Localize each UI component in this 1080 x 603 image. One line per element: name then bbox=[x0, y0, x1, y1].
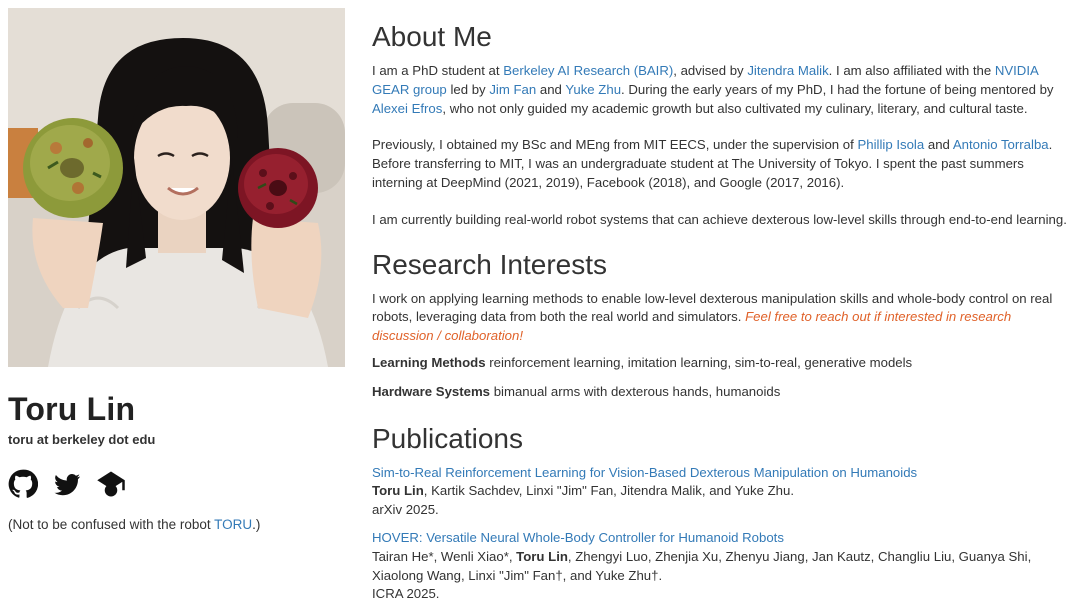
interest-hardware-systems: Hardware Systems bimanual arms with dext… bbox=[372, 383, 1072, 402]
publication-item: Sim-to-Real Reinforcement Learning for V… bbox=[372, 464, 1072, 520]
about-heading: About Me bbox=[372, 21, 492, 52]
profile-photo bbox=[8, 8, 345, 367]
interest-text: bimanual arms with dexterous hands, huma… bbox=[490, 383, 781, 399]
text: Previously, I obtained my BSc and MEng f… bbox=[372, 137, 858, 153]
interest-label: Hardware Systems bbox=[372, 383, 491, 399]
interest-label: Learning Methods bbox=[372, 354, 486, 370]
publication-venue: arXiv 2025. bbox=[372, 502, 439, 518]
profile-email: toru at berkeley dot edu bbox=[8, 432, 156, 447]
interest-text: reinforcement learning, imitation learni… bbox=[485, 354, 913, 370]
main-content: About Me I am a PhD student at Berkeley … bbox=[372, 20, 1072, 603]
authors-after: , Kartik Sachdev, Linxi "Jim" Fan, Jiten… bbox=[423, 483, 794, 499]
publication-venue: ICRA 2025. bbox=[372, 586, 440, 602]
publication-title-link[interactable]: HOVER: Versatile Neural Whole-Body Contr… bbox=[372, 530, 784, 545]
text: . I am also affiliated with the bbox=[828, 63, 995, 78]
publication-authors: Tairan He*, Wenli Xiao*, Toru Lin, Zheng… bbox=[372, 548, 1072, 586]
text: and bbox=[536, 81, 566, 97]
publication-item: HOVER: Versatile Neural Whole-Body Contr… bbox=[372, 529, 1072, 603]
phillip-isola-link[interactable]: Phillip Isola bbox=[857, 137, 924, 152]
text: and bbox=[924, 137, 953, 153]
advisor-link[interactable]: Jitendra Malik bbox=[747, 63, 828, 78]
research-intro: I work on applying learning methods to e… bbox=[372, 290, 1072, 346]
publication-authors: Toru Lin, Kartik Sachdev, Linxi "Jim" Fa… bbox=[372, 482, 1072, 501]
text: . During the early years of my PhD, I ha… bbox=[621, 81, 1054, 97]
twitter-icon[interactable] bbox=[52, 469, 82, 499]
text: I am a PhD student at bbox=[372, 63, 504, 78]
text: , advised by bbox=[673, 63, 748, 78]
alexei-efros-link[interactable]: Alexei Efros bbox=[372, 101, 442, 116]
author-self: Toru Lin bbox=[372, 483, 424, 499]
antonio-torralba-link[interactable]: Antonio Torralba bbox=[953, 137, 1049, 152]
profile-name: Toru Lin bbox=[8, 391, 136, 427]
text: , who not only guided my academic growth… bbox=[442, 100, 1028, 116]
about-paragraph-3: I am currently building real-world robot… bbox=[372, 211, 1067, 227]
authors-before: Tairan He*, Wenli Xiao*, bbox=[372, 548, 517, 564]
social-links bbox=[8, 469, 345, 499]
yuke-zhu-link[interactable]: Yuke Zhu bbox=[565, 82, 621, 97]
toru-robot-link[interactable]: TORU bbox=[214, 517, 252, 532]
interest-learning-methods: Learning Methods reinforcement learning,… bbox=[372, 354, 1072, 373]
text: led by bbox=[446, 81, 490, 97]
publication-title-link[interactable]: Sim-to-Real Reinforcement Learning for V… bbox=[372, 465, 917, 480]
page: Toru Lin toru at berkeley dot edu (Not t bbox=[0, 0, 1080, 603]
scholar-icon[interactable] bbox=[96, 469, 126, 499]
robot-note-suffix: .) bbox=[252, 517, 261, 532]
research-heading: Research Interests bbox=[372, 248, 607, 280]
robot-note: (Not to be confused with the robot TORU.… bbox=[8, 517, 345, 532]
profile-sidebar: Toru Lin toru at berkeley dot edu (Not t bbox=[8, 8, 345, 532]
about-paragraph-2: Previously, I obtained my BSc and MEng f… bbox=[372, 136, 1072, 192]
jim-fan-link[interactable]: Jim Fan bbox=[489, 82, 536, 97]
about-paragraph-1: I am a PhD student at Berkeley AI Resear… bbox=[372, 62, 1072, 118]
github-icon[interactable] bbox=[8, 469, 39, 499]
bair-link[interactable]: Berkeley AI Research (BAIR) bbox=[503, 63, 673, 78]
author-self: Toru Lin bbox=[516, 548, 568, 564]
publications-heading: Publications bbox=[372, 422, 523, 454]
robot-note-prefix: (Not to be confused with the robot bbox=[8, 517, 215, 532]
